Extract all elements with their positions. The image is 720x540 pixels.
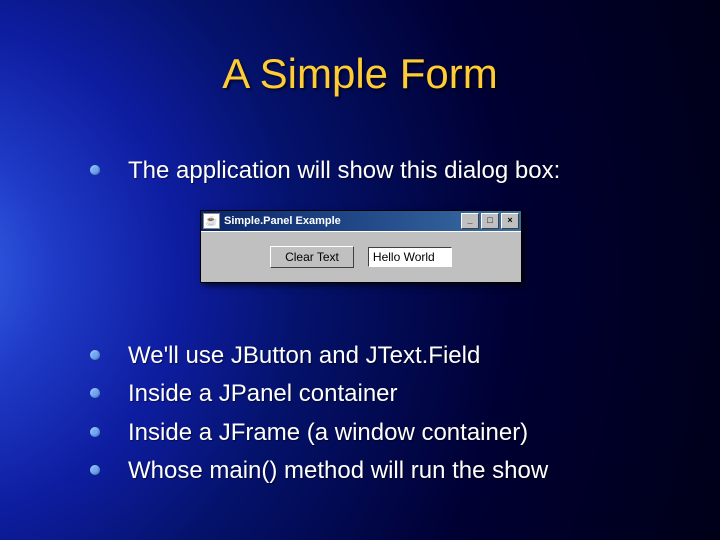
window-title: Simple.Panel Example (224, 215, 461, 227)
bullet-dot-icon (90, 165, 100, 175)
list-item: Whose main() method will run the show (90, 455, 660, 487)
panel: Clear Text Hello World (201, 231, 521, 282)
bullet-text: Inside a JFrame (a window container) (128, 417, 528, 449)
list-item: Inside a JFrame (a window container) (90, 417, 660, 449)
minimize-button[interactable]: _ (461, 213, 479, 229)
list-item: Inside a JPanel container (90, 378, 660, 410)
bullet-dot-icon (90, 350, 100, 360)
slide: A Simple Form The application will show … (0, 0, 720, 540)
java-cup-icon: ☕ (203, 213, 220, 229)
dialog-screenshot: ☕ Simple.Panel Example _ □ × Clear Text … (200, 210, 522, 283)
bullet-dot-icon (90, 427, 100, 437)
title-bar: ☕ Simple.Panel Example _ □ × (201, 211, 521, 231)
text-field[interactable]: Hello World (368, 247, 452, 267)
window-controls: _ □ × (461, 213, 519, 229)
slide-title: A Simple Form (0, 50, 720, 98)
bullet-text: The application will show this dialog bo… (128, 155, 560, 187)
list-item: We'll use JButton and JText.Field (90, 340, 660, 372)
clear-text-button[interactable]: Clear Text (270, 246, 354, 268)
close-button[interactable]: × (501, 213, 519, 229)
bullet-text: Whose main() method will run the show (128, 455, 548, 487)
window-frame: ☕ Simple.Panel Example _ □ × Clear Text … (200, 210, 522, 283)
bullet-list-bottom: We'll use JButton and JText.Field Inside… (90, 340, 660, 494)
maximize-button[interactable]: □ (481, 213, 499, 229)
bullet-dot-icon (90, 465, 100, 475)
bullet-text: Inside a JPanel container (128, 378, 398, 410)
bullet-text: We'll use JButton and JText.Field (128, 340, 480, 372)
list-item: The application will show this dialog bo… (90, 155, 660, 187)
bullet-dot-icon (90, 388, 100, 398)
bullet-list-top: The application will show this dialog bo… (90, 155, 660, 193)
